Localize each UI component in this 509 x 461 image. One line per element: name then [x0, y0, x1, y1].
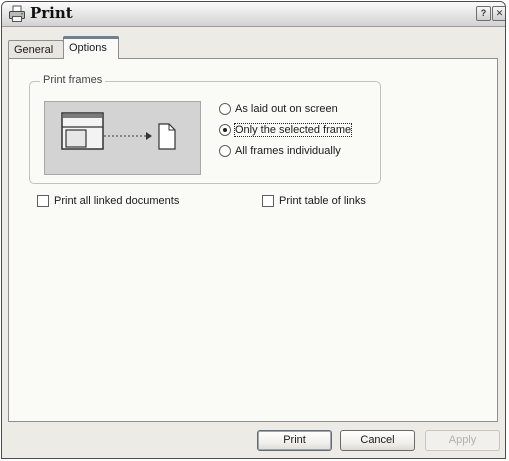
- close-icon[interactable]: ✕: [492, 6, 505, 21]
- options-panel: Print frames As laid out on screen Only …: [8, 58, 498, 422]
- frame-preview-image: [44, 101, 201, 175]
- apply-button[interactable]: Apply: [425, 430, 500, 451]
- print-frames-legend: Print frames: [40, 74, 106, 86]
- cancel-button[interactable]: Cancel: [340, 430, 415, 451]
- print-frames-group: Print frames As laid out on screen Only …: [29, 74, 381, 184]
- radio-label: All frames individually: [235, 145, 341, 157]
- radio-label: Only the selected frame: [233, 123, 353, 137]
- radio-selected-dot: [223, 128, 227, 132]
- tab-strip: General Options: [8, 35, 505, 59]
- window-title: Print: [30, 4, 73, 22]
- radio-button-selected[interactable]: [219, 124, 231, 136]
- radio-label: As laid out on screen: [235, 103, 338, 115]
- checkbox-label: Print table of links: [279, 195, 366, 207]
- print-button[interactable]: Print: [257, 430, 332, 451]
- help-icon[interactable]: ?: [476, 6, 491, 21]
- checkbox[interactable]: [262, 195, 274, 207]
- checkbox[interactable]: [37, 195, 49, 207]
- tab-options[interactable]: Options: [63, 36, 119, 59]
- tab-general[interactable]: General: [8, 40, 64, 59]
- printer-icon: [8, 5, 26, 23]
- radio-button[interactable]: [219, 145, 231, 157]
- title-bar[interactable]: Print ? ✕: [2, 2, 505, 27]
- radio-button[interactable]: [219, 103, 231, 115]
- print-dialog: Print ? ✕ General Options Print frames A…: [1, 1, 506, 459]
- checkbox-label: Print all linked documents: [54, 195, 180, 207]
